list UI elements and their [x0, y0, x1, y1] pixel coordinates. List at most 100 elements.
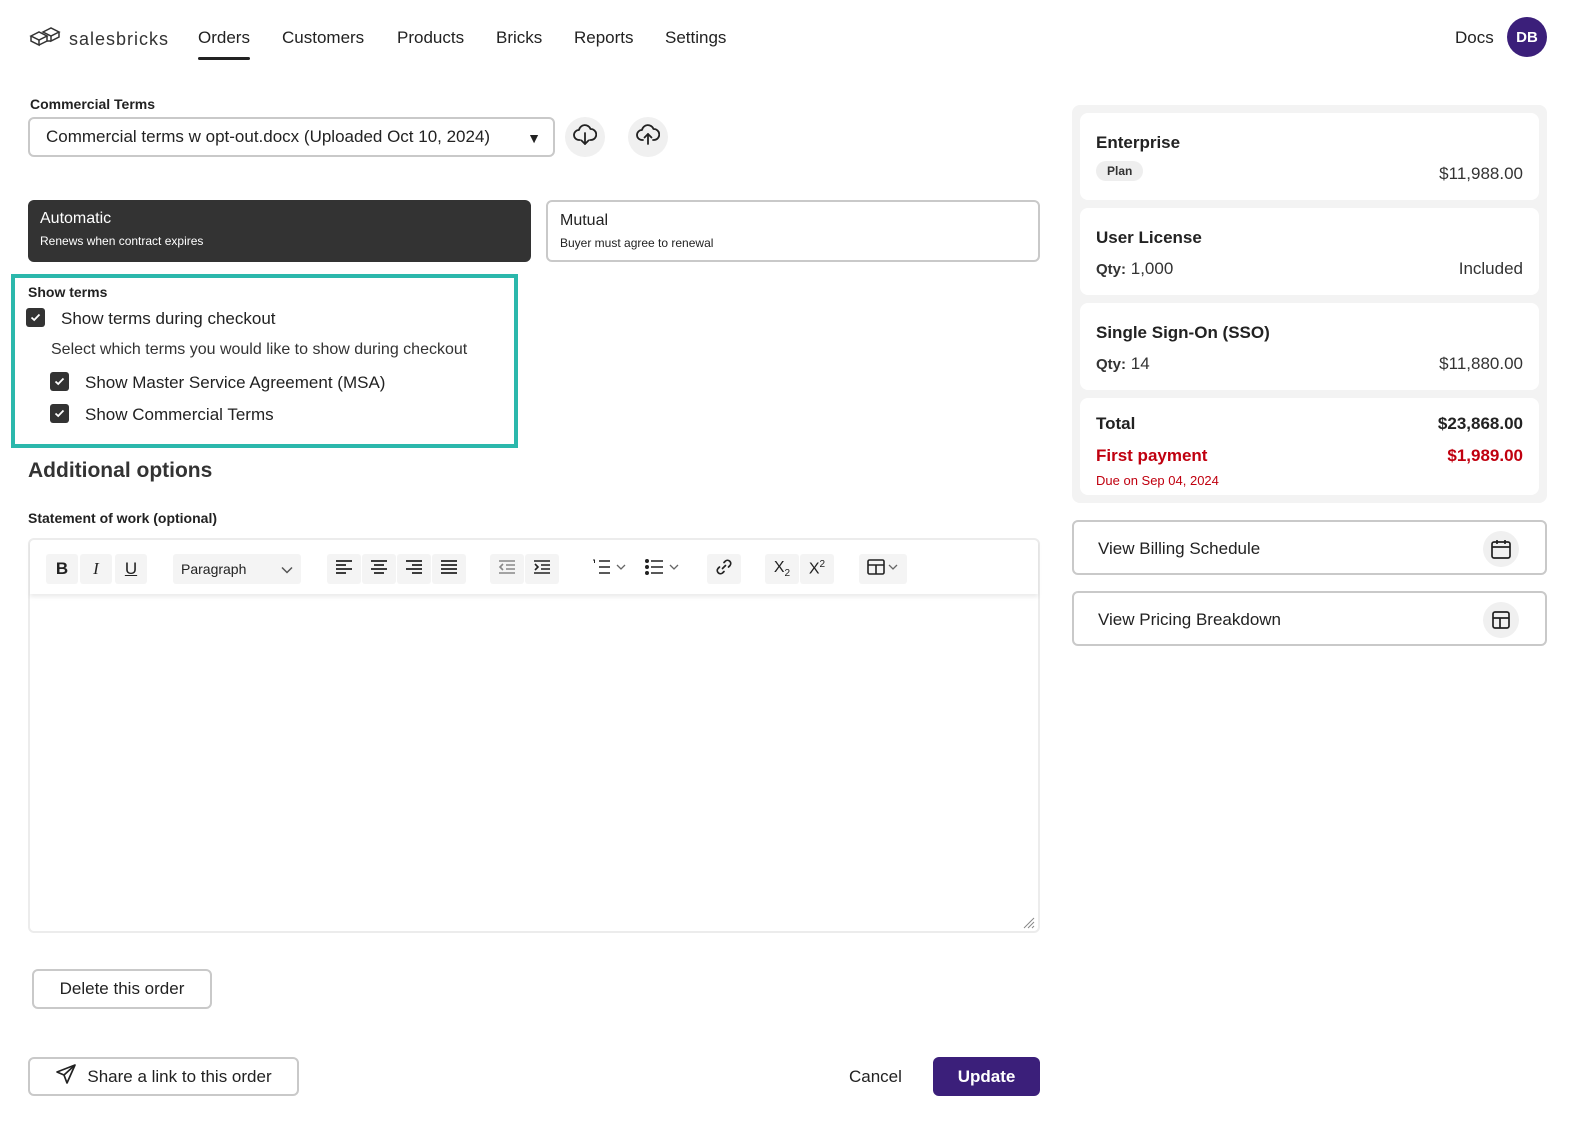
bold-icon: B	[55, 559, 69, 578]
update-button[interactable]: Update	[933, 1057, 1040, 1096]
outdent-icon	[498, 559, 516, 579]
cloud-download-icon	[573, 123, 598, 151]
numbered-list-icon	[592, 559, 626, 580]
align-right-button[interactable]	[397, 554, 431, 584]
cloud-upload-icon	[636, 123, 661, 151]
user-license-name: User License	[1096, 228, 1202, 247]
underline-button[interactable]: U	[115, 554, 147, 584]
additional-options-title: Additional options	[28, 459, 213, 482]
nav-settings[interactable]: Settings	[665, 28, 726, 48]
check-icon	[30, 309, 41, 327]
total-value: $23,868.00	[1437, 414, 1523, 433]
show-terms-label: Show terms during checkout	[61, 309, 276, 328]
view-billing-schedule-button[interactable]: View Billing Schedule	[1072, 520, 1547, 575]
renewal-automatic-subtitle: Renews when contract expires	[40, 234, 204, 248]
nav-orders[interactable]: Orders	[198, 28, 250, 60]
view-pricing-breakdown-label: View Pricing Breakdown	[1098, 610, 1281, 629]
download-terms-button[interactable]	[565, 117, 605, 157]
chevron-down-icon	[281, 561, 293, 577]
qty-label: Qty:	[1096, 356, 1126, 373]
show-msa-label: Show Master Service Agreement (MSA)	[85, 373, 386, 392]
renewal-automatic-option[interactable]: Automatic Renews when contract expires	[28, 200, 531, 262]
qty-label: Qty:	[1096, 261, 1126, 278]
renewal-mutual-subtitle: Buyer must agree to renewal	[560, 236, 714, 250]
superscript-button[interactable]: X2	[800, 554, 834, 584]
nav-customers[interactable]: Customers	[282, 28, 364, 48]
link-button[interactable]	[707, 554, 741, 584]
sso-name: Single Sign-On (SSO)	[1096, 323, 1270, 342]
user-license-card: User License Qty: 1,000 Included	[1080, 208, 1539, 295]
sso-price: $11,880.00	[1439, 354, 1523, 373]
commercial-terms-label: Commercial Terms	[30, 96, 156, 112]
indent-icon	[533, 559, 551, 579]
upload-terms-button[interactable]	[628, 117, 668, 157]
show-commercial-terms-label: Show Commercial Terms	[85, 405, 274, 424]
show-terms-title: Show terms	[28, 284, 108, 300]
editor-toolbar: B I U Paragraph X2 X2	[30, 540, 1038, 594]
user-license-price: Included	[1458, 259, 1523, 278]
outdent-button[interactable]	[490, 554, 524, 584]
logo-text: salesbricks	[69, 29, 170, 49]
table-button[interactable]	[859, 554, 907, 584]
sso-qty: Qty: 14	[1096, 354, 1150, 374]
justify-button[interactable]	[432, 554, 466, 584]
indent-button[interactable]	[525, 554, 559, 584]
paragraph-select[interactable]: Paragraph	[173, 554, 301, 584]
italic-button[interactable]: I	[80, 554, 112, 584]
nav-bricks[interactable]: Bricks	[496, 28, 542, 48]
bold-button[interactable]: B	[46, 554, 78, 584]
show-terms-checkbox[interactable]	[26, 308, 45, 327]
bullet-list-icon	[644, 558, 679, 580]
align-left-button[interactable]	[327, 554, 361, 584]
plan-price: $11,988.00	[1439, 164, 1523, 183]
numbered-list-button[interactable]	[584, 554, 634, 584]
subscript-button[interactable]: X2	[765, 554, 799, 584]
total-label: Total	[1096, 414, 1136, 433]
delete-order-button[interactable]: Delete this order	[32, 969, 212, 1009]
plan-badge: Plan	[1096, 161, 1144, 181]
sow-label: Statement of work (optional)	[28, 510, 217, 526]
show-msa-checkbox[interactable]	[50, 372, 69, 391]
table-icon	[1483, 602, 1519, 638]
renewal-automatic-title: Automatic	[40, 210, 112, 227]
calendar-icon	[1483, 531, 1519, 567]
top-nav: salesbricks Orders Customers Products Br…	[0, 0, 1584, 78]
view-pricing-breakdown-button[interactable]: View Pricing Breakdown	[1072, 591, 1547, 646]
qty-value: 14	[1130, 354, 1150, 373]
sow-editor[interactable]: B I U Paragraph X2 X2	[28, 538, 1040, 933]
share-link-button[interactable]: Share a link to this order	[28, 1057, 299, 1096]
align-center-icon	[370, 559, 388, 579]
justify-icon	[440, 559, 458, 579]
resize-handle-icon[interactable]	[1023, 916, 1035, 929]
due-date: Due on Sep 04, 2024	[1096, 473, 1219, 488]
share-link-label: Share a link to this order	[87, 1066, 272, 1086]
show-terms-hint: Select which terms you would like to sho…	[51, 341, 468, 358]
nav-reports[interactable]: Reports	[574, 28, 634, 48]
plan-card: Enterprise Plan $11,988.00	[1080, 113, 1539, 200]
paragraph-select-value: Paragraph	[181, 561, 247, 577]
first-payment-value: $1,989.00	[1447, 446, 1523, 465]
qty-value: 1,000	[1130, 259, 1174, 278]
commercial-terms-select[interactable]: Commercial terms w opt-out.docx (Uploade…	[28, 117, 555, 157]
align-right-icon	[405, 559, 423, 579]
nav-products[interactable]: Products	[397, 28, 464, 48]
docs-link[interactable]: Docs	[1455, 28, 1494, 48]
send-icon	[55, 1063, 77, 1090]
renewal-mutual-option[interactable]: Mutual Buyer must agree to renewal	[546, 200, 1040, 262]
plan-name: Enterprise	[1096, 133, 1181, 152]
align-center-button[interactable]	[362, 554, 396, 584]
show-commercial-terms-checkbox[interactable]	[50, 404, 69, 423]
avatar[interactable]: DB	[1507, 17, 1547, 57]
total-card: Total $23,868.00 First payment $1,989.00…	[1080, 398, 1539, 495]
logo[interactable]: salesbricks	[29, 26, 169, 53]
italic-icon: I	[93, 559, 99, 578]
table-icon	[867, 558, 899, 580]
cancel-button[interactable]: Cancel	[849, 1067, 902, 1087]
sso-card: Single Sign-On (SSO) Qty: 14 $11,880.00	[1080, 303, 1539, 390]
renewal-mutual-title: Mutual	[560, 212, 609, 229]
check-icon	[54, 373, 65, 391]
superscript-icon: X2	[808, 559, 826, 578]
commercial-terms-value: Commercial terms w opt-out.docx (Uploade…	[46, 127, 491, 146]
bullet-list-button[interactable]	[637, 554, 687, 584]
align-left-icon	[335, 559, 353, 579]
